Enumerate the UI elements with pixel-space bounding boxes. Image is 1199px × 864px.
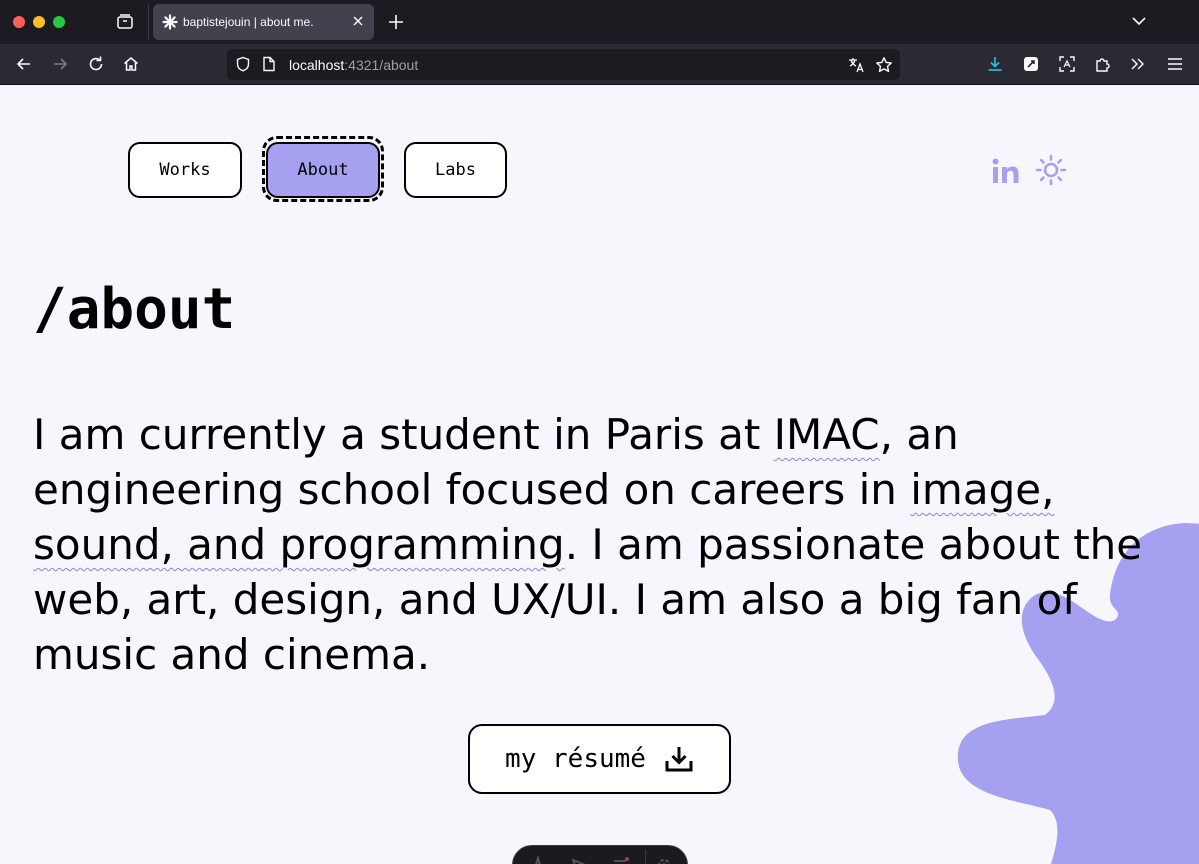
- page-title: /about: [33, 277, 236, 342]
- shield-icon[interactable]: [235, 56, 251, 72]
- bio-image: image,: [910, 465, 1055, 514]
- resume-download-button[interactable]: my résumé: [468, 724, 731, 794]
- dev-toolbar-divider: [645, 850, 646, 864]
- sun-icon[interactable]: [1035, 154, 1067, 186]
- gear-icon[interactable]: [655, 856, 673, 864]
- extensions-puzzle-icon[interactable]: [1094, 55, 1112, 73]
- bio-paragraph: I am currently a student in Paris at IMA…: [33, 407, 1158, 682]
- linkedin-icon[interactable]: [991, 156, 1021, 186]
- browser-toolbar: localhost:4321/about: [0, 44, 1199, 85]
- extension-note-icon[interactable]: [1022, 55, 1040, 73]
- tab-separator: [148, 4, 149, 40]
- maximize-window-button[interactable]: [53, 16, 65, 28]
- home-icon[interactable]: [122, 55, 140, 73]
- bio-imac: IMAC: [773, 410, 880, 459]
- audit-list-icon[interactable]: [611, 856, 629, 864]
- new-tab-icon[interactable]: [386, 12, 406, 32]
- dev-toolbar[interactable]: [512, 845, 688, 864]
- asterisk-favicon-icon: [162, 14, 178, 30]
- url-path: :4321/about: [344, 57, 419, 73]
- close-tab-icon[interactable]: [351, 14, 365, 28]
- translate-icon[interactable]: [847, 56, 865, 74]
- downloads-icon[interactable]: [986, 55, 1004, 73]
- page-icon[interactable]: [262, 56, 276, 72]
- tab-title: baptistejouin | about me.: [183, 15, 314, 29]
- nav-labs-button[interactable]: Labs: [404, 142, 507, 198]
- tab-about[interactable]: baptistejouin | about me.: [153, 4, 374, 40]
- back-arrow-icon[interactable]: [15, 55, 33, 73]
- nav-about-button[interactable]: About: [266, 142, 380, 198]
- screenshot-icon[interactable]: [1058, 55, 1076, 73]
- url-host: localhost: [289, 57, 345, 73]
- reload-icon[interactable]: [87, 55, 105, 73]
- hamburger-menu-icon[interactable]: [1166, 55, 1184, 73]
- bio-text-1: I am currently a student in Paris at: [33, 410, 774, 459]
- minimize-window-button[interactable]: [33, 16, 45, 28]
- astro-logo-icon[interactable]: [529, 856, 547, 864]
- chevron-down-icon[interactable]: [1130, 12, 1148, 30]
- resume-label: my résumé: [505, 744, 646, 774]
- nav-works-button[interactable]: Works: [128, 142, 242, 198]
- tab-groups-icon[interactable]: [116, 13, 134, 31]
- browser-tab-bar: baptistejouin | about me.: [0, 0, 1199, 44]
- bio-sound: sound, and programming: [33, 520, 565, 569]
- address-bar[interactable]: localhost:4321/about: [227, 49, 900, 80]
- download-icon: [665, 747, 693, 772]
- bookmark-star-icon[interactable]: [875, 56, 893, 74]
- url-text[interactable]: localhost:4321/about: [289, 57, 418, 73]
- chevron-double-right-icon[interactable]: [1129, 55, 1147, 73]
- page-content: Works About Labs /about I am currently a…: [0, 85, 1199, 864]
- inspect-icon[interactable]: [569, 856, 587, 864]
- close-window-button[interactable]: [13, 16, 25, 28]
- forward-arrow-icon[interactable]: [51, 55, 69, 73]
